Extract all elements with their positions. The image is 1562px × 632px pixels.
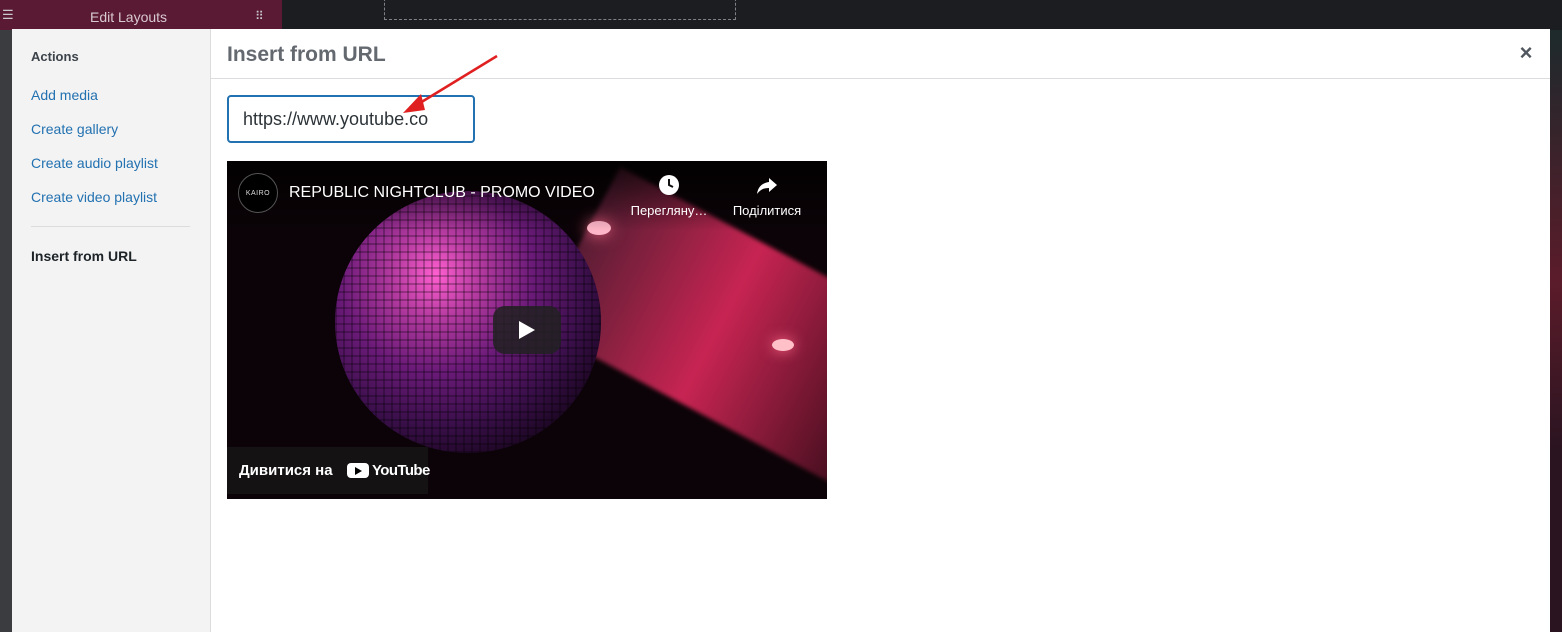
menu-item-create-audio-playlist[interactable]: Create audio playlist	[31, 155, 158, 171]
play-icon	[519, 321, 535, 339]
editor-canvas-edge	[1550, 30, 1562, 632]
clock-icon	[659, 175, 679, 195]
menu-item-insert-from-url[interactable]: Insert from URL	[31, 248, 137, 264]
video-embed[interactable]: KAIRO REPUBLIC NIGHTCLUB - PROMO VIDEO П…	[227, 161, 827, 499]
editor-side-panel	[0, 30, 12, 632]
frame-title: Insert from URL	[227, 43, 386, 66]
media-menu: Actions Add media Create gallery Create …	[12, 29, 211, 632]
editor-drop-area	[384, 0, 736, 20]
share-button[interactable]: Поділитися	[722, 173, 812, 218]
play-button[interactable]	[493, 306, 561, 354]
channel-avatar[interactable]: KAIRO	[238, 173, 278, 213]
youtube-brand-label: YouTube	[372, 462, 430, 479]
close-icon[interactable]: ×	[1516, 42, 1536, 64]
watch-on-label: Дивитися на	[239, 462, 333, 479]
annotation-arrow-icon	[403, 54, 498, 113]
menu-item-create-video-playlist[interactable]: Create video playlist	[31, 189, 157, 205]
media-modal: Actions Add media Create gallery Create …	[12, 29, 1550, 632]
menu-heading: Actions	[31, 49, 79, 64]
grid-icon[interactable]: ⠿	[255, 10, 268, 23]
share-icon	[757, 178, 777, 194]
menu-item-create-gallery[interactable]: Create gallery	[31, 121, 118, 137]
video-light-spot	[772, 339, 794, 351]
hamburger-icon[interactable]: ☰	[2, 8, 14, 22]
watch-later-label: Перегляну…	[630, 203, 708, 218]
editor-topbar: ☰ Edit Layouts ⠿	[0, 0, 282, 30]
video-title[interactable]: REPUBLIC NIGHTCLUB - PROMO VIDEO	[289, 184, 595, 202]
menu-item-add-media[interactable]: Add media	[31, 87, 98, 103]
menu-separator	[31, 226, 190, 227]
share-label: Поділитися	[732, 203, 802, 218]
watch-later-button[interactable]: Перегляну…	[624, 173, 714, 218]
editor-title: Edit Layouts	[90, 9, 168, 25]
watch-on-youtube-button[interactable]: Дивитися на YouTube	[227, 447, 430, 494]
